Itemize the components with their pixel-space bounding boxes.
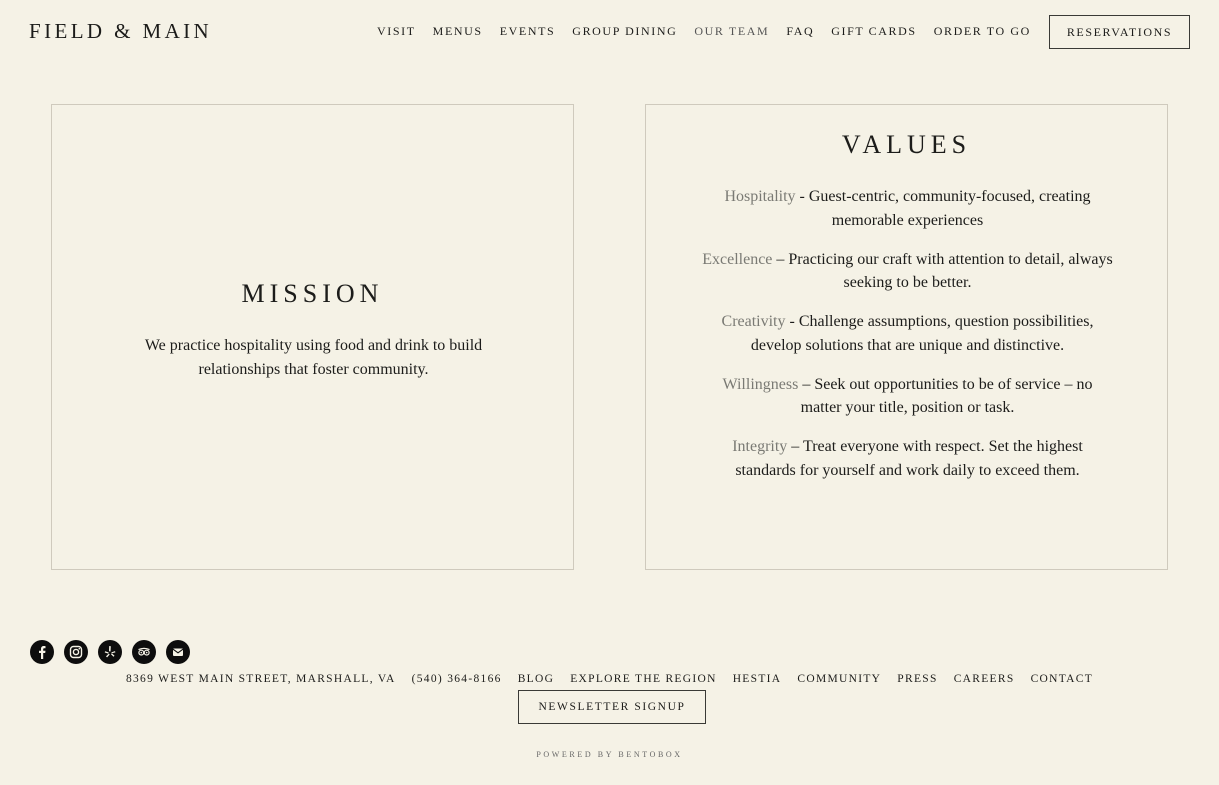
nav-visit[interactable]: VISIT <box>377 24 416 39</box>
footer-hestia-link[interactable]: HESTIA <box>733 673 782 685</box>
footer-explore-region-link[interactable]: EXPLORE THE REGION <box>570 673 717 685</box>
facebook-icon[interactable] <box>30 640 54 664</box>
value-text: – Practicing our craft with attention to… <box>772 250 1113 292</box>
mission-card: MISSION We practice hospitality using fo… <box>51 104 574 570</box>
powered-by-bentobox[interactable]: POWERED BY BENTOBOX <box>0 750 1219 759</box>
nav-menus[interactable]: MENUS <box>433 24 483 39</box>
value-text: – Treat everyone with respect. Set the h… <box>735 438 1083 479</box>
value-term: Willingness <box>722 375 799 393</box>
footer-contact-link[interactable]: CONTACT <box>1031 673 1093 685</box>
value-text: - Challenge assumptions, question possib… <box>750 313 1094 354</box>
value-text: - Guest-centric, community-focused, crea… <box>795 188 1091 229</box>
value-term: Hospitality <box>724 188 796 205</box>
nav-group-dining[interactable]: GROUP DINING <box>572 24 677 39</box>
value-term: Integrity <box>732 438 788 455</box>
value-text: – Seek out opportunities to be of servic… <box>798 375 1093 417</box>
footer-address[interactable]: 8369 WEST MAIN STREET, MARSHALL, VA <box>126 673 396 685</box>
nav-events[interactable]: EVENTS <box>500 24 556 39</box>
footer-phone[interactable]: (540) 364-8166 <box>412 673 502 685</box>
email-icon[interactable] <box>166 640 190 664</box>
site-header: FIELD & MAIN VISIT MENUS EVENTS GROUP DI… <box>0 0 1219 64</box>
values-list: Hospitality - Guest-centric, community-f… <box>701 185 1114 498</box>
site-logo[interactable]: FIELD & MAIN <box>29 19 212 44</box>
footer-careers-link[interactable]: CAREERS <box>954 673 1015 685</box>
value-item-creativity: Creativity - Challenge assumptions, ques… <box>701 310 1114 357</box>
mission-text: We practice hospitality using food and d… <box>144 337 483 378</box>
value-item-integrity: Integrity – Treat everyone with respect.… <box>701 435 1114 482</box>
value-item-willingness: Willingness – Seek out opportunities to … <box>701 373 1114 420</box>
footer-community-link[interactable]: COMMUNITY <box>797 673 881 685</box>
instagram-icon[interactable] <box>64 640 88 664</box>
value-item-hospitality: Hospitality - Guest-centric, community-f… <box>701 185 1114 232</box>
yelp-icon[interactable] <box>98 640 122 664</box>
nav-faq[interactable]: FAQ <box>786 24 814 39</box>
nav-gift-cards[interactable]: GIFT CARDS <box>831 24 916 39</box>
nav-our-team[interactable]: OUR TEAM <box>694 24 769 39</box>
tripadvisor-icon[interactable] <box>132 640 156 664</box>
newsletter-signup-button[interactable]: NEWSLETTER SIGNUP <box>518 690 706 724</box>
mission-title: MISSION <box>241 279 384 308</box>
value-item-excellence: Excellence – Practicing our craft with a… <box>701 248 1114 295</box>
values-title: VALUES <box>841 130 972 159</box>
reservations-button[interactable]: RESERVATIONS <box>1049 15 1190 49</box>
nav-order-to-go[interactable]: ORDER TO GO <box>934 24 1031 39</box>
value-term: Creativity <box>721 313 786 330</box>
footer-blog-link[interactable]: BLOG <box>518 673 555 685</box>
values-card: VALUES Hospitality - Guest-centric, comm… <box>645 104 1168 570</box>
social-links <box>30 640 190 664</box>
main-nav: VISIT MENUS EVENTS GROUP DINING OUR TEAM… <box>377 24 1048 39</box>
footer-press-link[interactable]: PRESS <box>897 673 937 685</box>
footer-links: 8369 WEST MAIN STREET, MARSHALL, VA (540… <box>0 673 1219 685</box>
value-term: Excellence <box>702 250 773 268</box>
